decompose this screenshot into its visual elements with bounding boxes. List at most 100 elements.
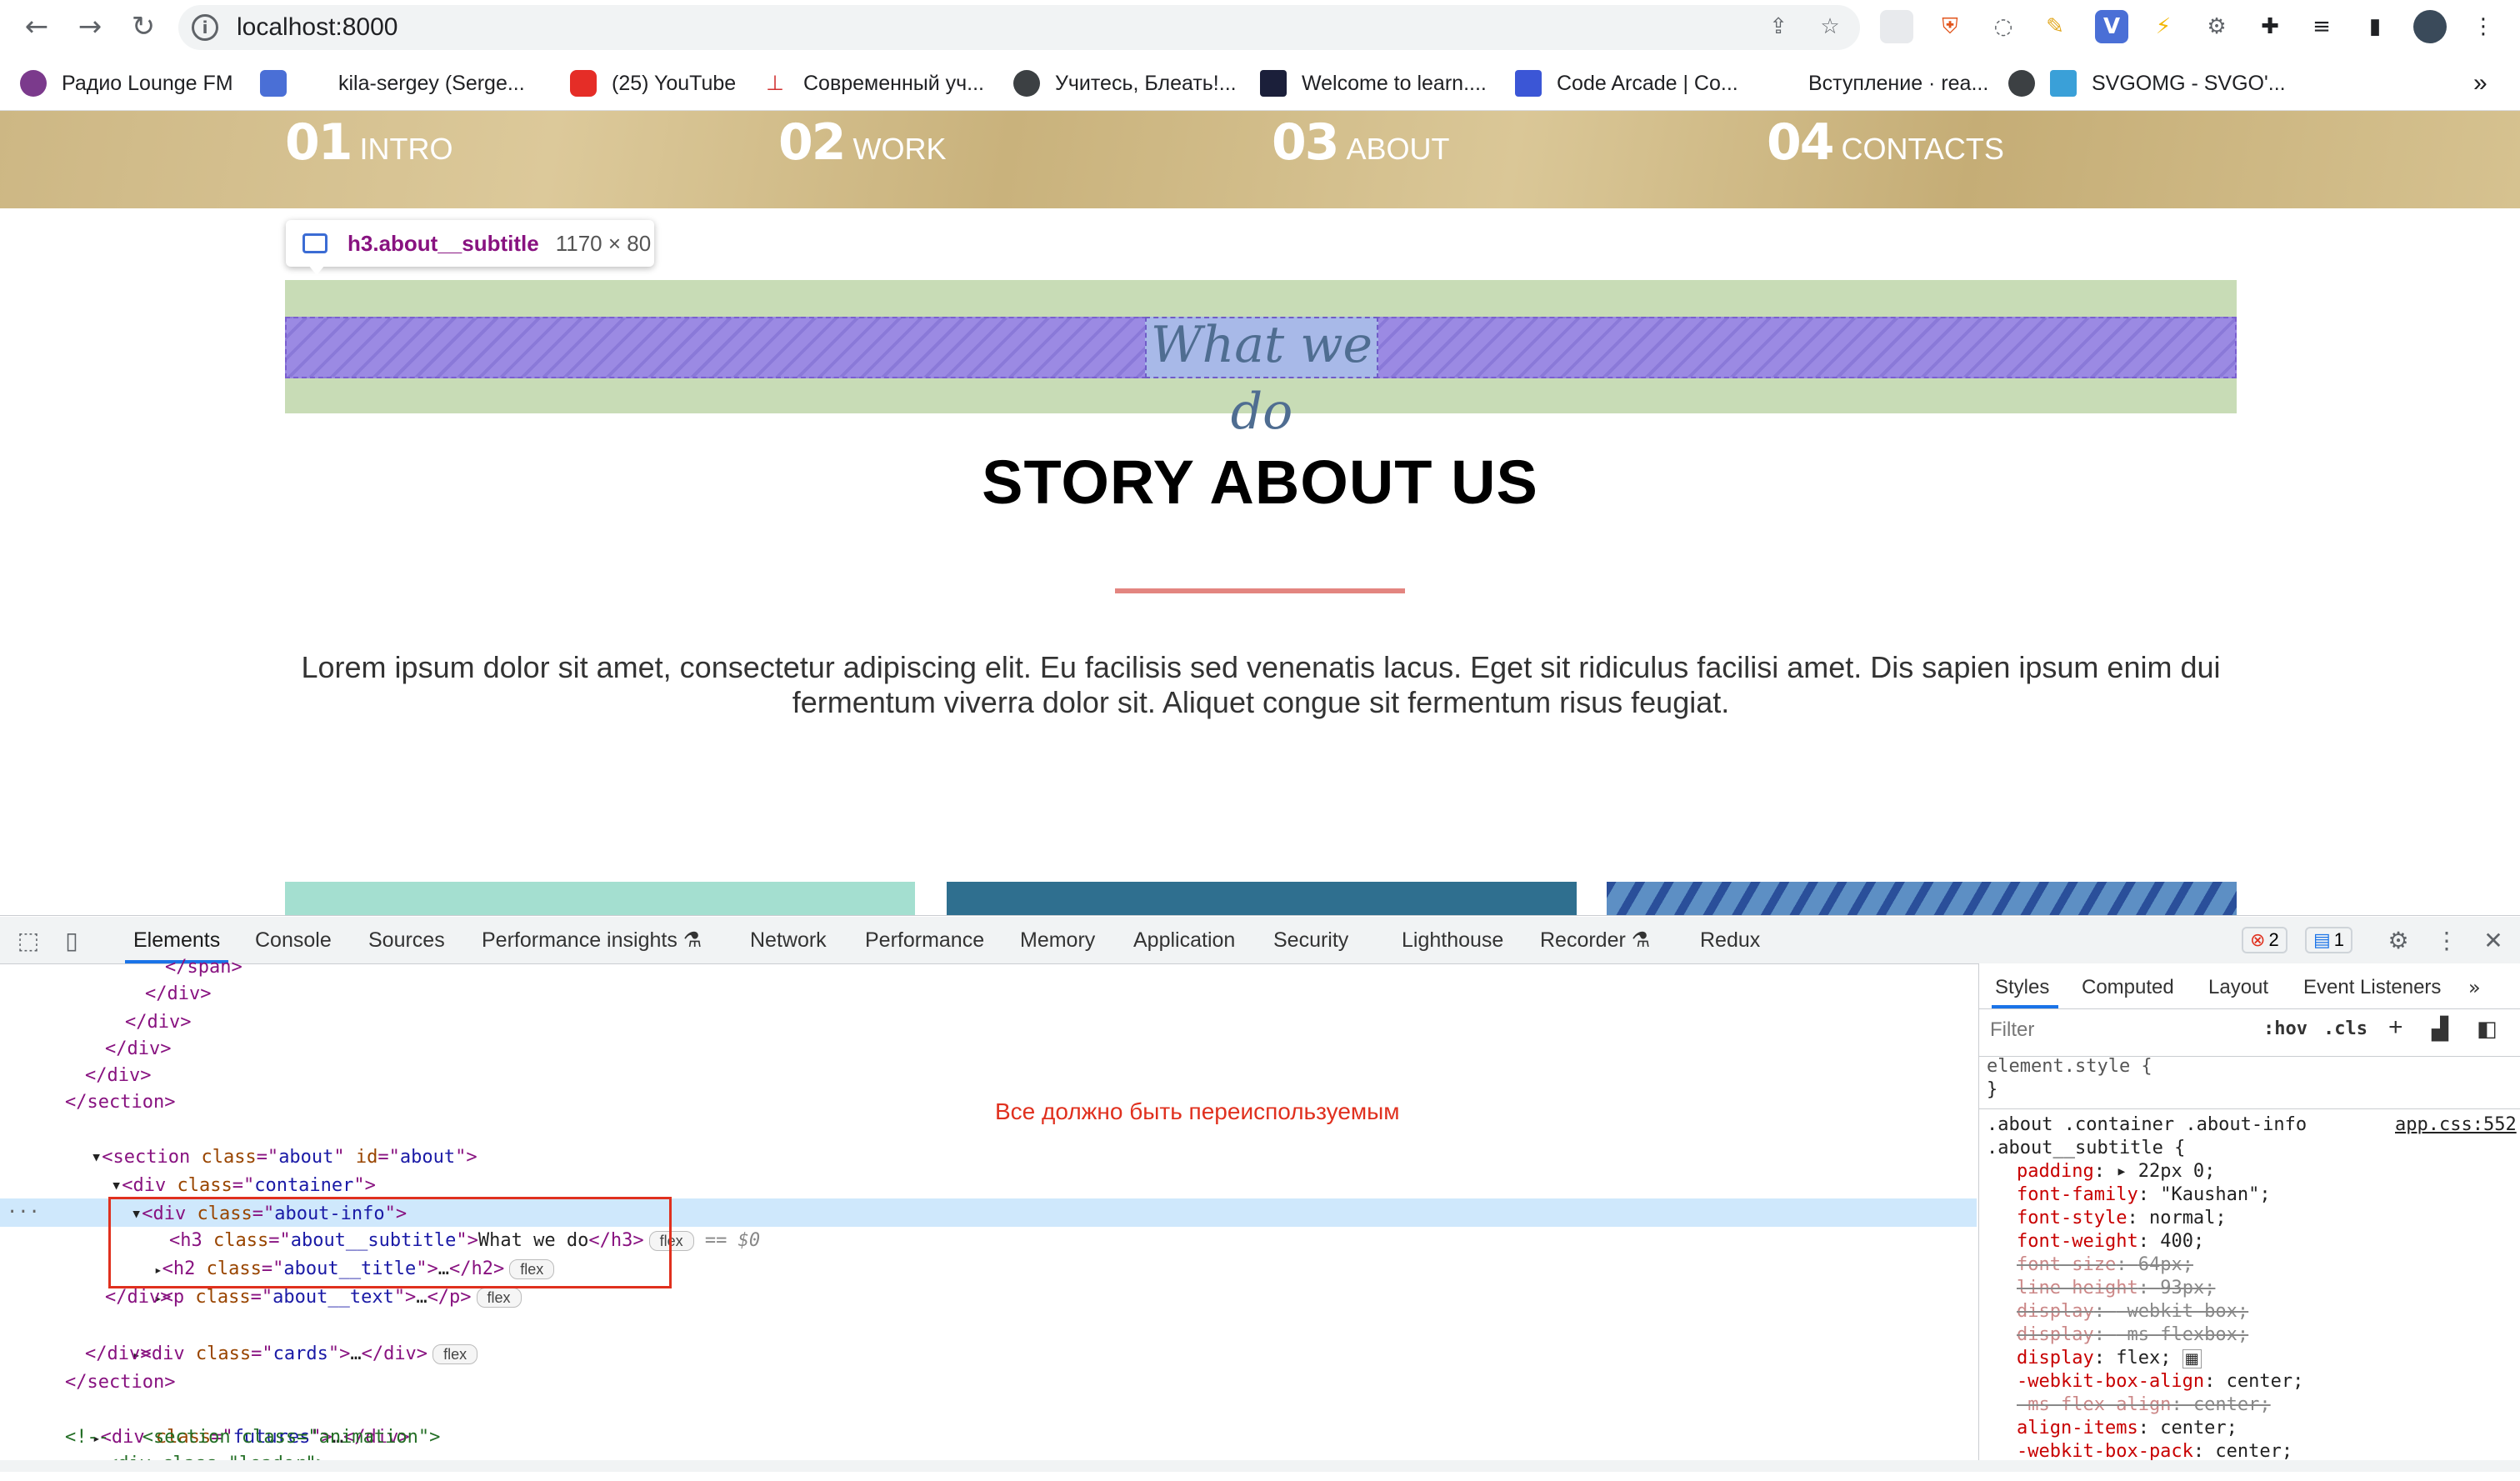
more-bookmarks-icon[interactable]: » xyxy=(2473,65,2488,102)
kebab-menu-icon[interactable]: ⋮ xyxy=(2467,10,2500,43)
extension-icon[interactable]: ◌ xyxy=(1987,10,2020,43)
cls-toggle[interactable]: .cls xyxy=(2323,1018,2368,1039)
tab-redux[interactable]: Redux xyxy=(1700,917,1760,963)
css-declaration-overridden[interactable]: font-size: 64px; xyxy=(2017,1253,2193,1277)
tab-performance[interactable]: Performance xyxy=(865,917,984,963)
site-info-icon[interactable]: i xyxy=(192,14,218,41)
extension-icon[interactable] xyxy=(1880,10,1913,43)
share-icon[interactable]: ⇪ xyxy=(1762,10,1795,43)
css-declaration[interactable]: padding: ▸ 22px 0; xyxy=(2017,1160,2215,1183)
flex-badge[interactable]: flex xyxy=(432,1344,478,1364)
sidebar-toggle-icon[interactable]: ◧ xyxy=(2477,1017,2498,1042)
dom-line[interactable]: </div> xyxy=(125,1008,191,1037)
tab-recorder[interactable]: Recorder ⚗ xyxy=(1540,917,1650,963)
tab-styles[interactable]: Styles xyxy=(1995,967,2049,1008)
dom-line[interactable]: </section> xyxy=(65,1368,175,1397)
css-declaration-overridden[interactable]: display: -webkit-box; xyxy=(2017,1300,2248,1323)
dom-line[interactable]: </div> xyxy=(85,1340,151,1368)
gear-icon[interactable]: ⚙ xyxy=(2200,10,2233,43)
tab-application[interactable]: Application xyxy=(1133,917,1235,963)
bookmark-item[interactable]: (25) YouTube xyxy=(570,65,736,102)
rule-selector[interactable]: .about .container .about-info xyxy=(1987,1113,2307,1137)
flex-editor-icon[interactable]: ▦ xyxy=(2182,1349,2202,1368)
device-toolbar-icon[interactable]: ▯ xyxy=(55,923,88,957)
tab-memory[interactable]: Memory xyxy=(1020,917,1095,963)
dom-line-futures[interactable]: ▸<div class="futures">…</div> xyxy=(48,1395,410,1448)
tab-sources[interactable]: Sources xyxy=(368,917,445,963)
bookmark-item[interactable]: Вступление · rea... xyxy=(1767,65,1988,102)
css-declaration[interactable]: display: flex; ▦ xyxy=(2017,1347,2202,1371)
css-declaration-overridden[interactable]: display: -ms-flexbox; xyxy=(2017,1323,2248,1347)
css-declaration[interactable]: align-items: center; xyxy=(2017,1417,2238,1440)
settings-gear-icon[interactable]: ⚙ xyxy=(2382,923,2415,957)
tab-computed[interactable]: Computed xyxy=(2082,967,2174,1008)
bookmark-item[interactable]: Учитесь, Блеать!... xyxy=(1013,65,1237,102)
card[interactable] xyxy=(1607,882,2237,917)
url-text[interactable]: localhost:8000 xyxy=(237,10,398,45)
dom-comment[interactable]: <!-- <section class="animation"> xyxy=(65,1423,440,1452)
lightning-icon[interactable]: ⚡ xyxy=(2147,10,2180,43)
rule-selector[interactable]: .about__subtitle { xyxy=(1987,1137,2185,1160)
dom-line[interactable]: </div> xyxy=(145,980,211,1008)
extension-icon[interactable]: V xyxy=(2095,10,2128,43)
bookmark-item[interactable]: Code Arcade | Co... xyxy=(1515,65,1738,102)
tab-performance-insights[interactable]: Performance insights ⚗ xyxy=(482,917,702,963)
error-badge[interactable]: ⊗ 2 xyxy=(2242,927,2288,953)
tab-security[interactable]: Security xyxy=(1273,917,1348,963)
kebab-menu-icon[interactable]: ⋮ xyxy=(2430,923,2463,957)
nav-item-about[interactable]: 03 ABOUT xyxy=(1272,113,1450,172)
brave-shield-icon[interactable]: ⛨ xyxy=(1933,10,1967,43)
forward-icon[interactable]: → xyxy=(70,7,110,47)
card[interactable] xyxy=(947,882,1577,917)
nav-item-intro[interactable]: 01 INTRO xyxy=(285,113,453,172)
message-badge[interactable]: ▤ 1 xyxy=(2305,927,2353,953)
back-icon[interactable]: ← xyxy=(17,7,57,47)
nav-item-work[interactable]: 02 WORK xyxy=(778,113,947,172)
css-declaration-overridden[interactable]: line-height: 93px; xyxy=(2017,1277,2215,1300)
tab-lighthouse[interactable]: Lighthouse xyxy=(1402,917,1503,963)
bookmark-star-icon[interactable]: ☆ xyxy=(1813,10,1847,43)
dom-line[interactable]: </section> xyxy=(65,1088,175,1117)
puzzle-icon[interactable]: ✚ xyxy=(2253,10,2287,43)
filter-input[interactable]: Filter xyxy=(1990,1018,2034,1042)
bookmark-item[interactable]: ⊥ Современный уч... xyxy=(762,65,984,102)
dom-line[interactable]: </div> xyxy=(105,1035,171,1063)
tab-layout[interactable]: Layout xyxy=(2208,967,2268,1008)
css-declaration[interactable]: -webkit-box-align: center; xyxy=(2017,1370,2303,1393)
dom-line-container[interactable]: ▾<div class="container"> xyxy=(67,1143,376,1196)
side-panel-icon[interactable]: ▮ xyxy=(2358,10,2392,43)
tab-event-listeners[interactable]: Event Listeners xyxy=(2303,967,2441,1008)
paint-icon[interactable]: ▟ xyxy=(2432,1017,2448,1042)
tab-network[interactable]: Network xyxy=(750,917,827,963)
extension-icon[interactable]: ✎ xyxy=(2038,10,2072,43)
nav-item-contacts[interactable]: 04 CONTACTS xyxy=(1767,113,2004,172)
tab-console[interactable]: Console xyxy=(255,917,332,963)
css-declaration-overridden[interactable]: -ms-flex-align: center; xyxy=(2017,1393,2271,1417)
new-rule-icon[interactable]: + xyxy=(2388,1013,2403,1042)
bookmark-item[interactable]: SVGOMG - SVGO'... xyxy=(2008,65,2286,102)
more-tabs-icon[interactable]: » xyxy=(2468,967,2481,1008)
bookmark-item[interactable]: Welcome to learn.... xyxy=(1260,65,1487,102)
bookmark-item[interactable]: kila-sergey (Serge... xyxy=(260,65,525,102)
media-icon[interactable]: ≡ xyxy=(2305,10,2338,43)
row-ellipsis-icon[interactable]: ··· xyxy=(7,1198,40,1227)
css-declaration[interactable]: font-family: "Kaushan"; xyxy=(2017,1183,2271,1207)
bookmark-item[interactable]: Радио Lounge FM xyxy=(20,65,233,102)
css-declaration[interactable]: font-weight: 400; xyxy=(2017,1230,2204,1253)
rule-source-link[interactable]: app.css:552 xyxy=(2395,1113,2517,1137)
element-style-rule[interactable]: element.style { xyxy=(1987,1055,2152,1078)
dom-line[interactable]: </span> xyxy=(165,953,242,982)
reload-icon[interactable]: ↻ xyxy=(123,7,163,47)
dom-line-section-about[interactable]: ▾<section class="about" id="about"> xyxy=(47,1115,478,1168)
css-declaration[interactable]: font-style: normal; xyxy=(2017,1207,2227,1230)
avatar[interactable] xyxy=(2413,10,2447,43)
address-bar[interactable] xyxy=(178,5,1860,50)
hov-toggle[interactable]: :hov xyxy=(2263,1018,2308,1039)
dom-line[interactable]: </div> xyxy=(85,1062,151,1090)
dom-line-about-info[interactable]: ▾<div class="about-info"> xyxy=(87,1172,407,1224)
flex-badge[interactable]: flex xyxy=(476,1288,522,1308)
close-icon[interactable]: ✕ xyxy=(2477,923,2510,957)
card[interactable] xyxy=(285,882,915,917)
dom-line-cards[interactable]: ▸<div class="cards">…</div> flex xyxy=(88,1312,478,1364)
inspect-element-icon[interactable]: ⬚ xyxy=(12,923,45,957)
